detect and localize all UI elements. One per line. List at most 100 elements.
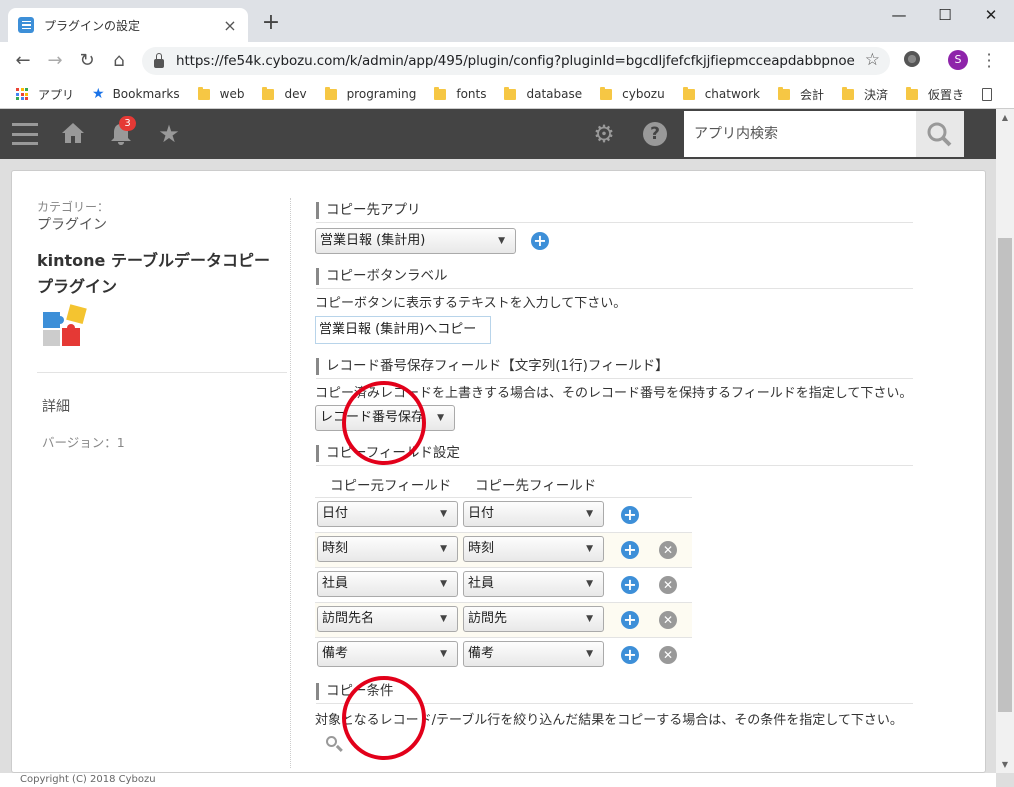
window-close-icon[interactable]: ✕	[968, 0, 1014, 30]
browser-toolbar: ← → ↻ ⌂ https://fe54k.cybozu.com/k/admin…	[0, 42, 1014, 80]
bookmark-folder-chatwork[interactable]: chatwork	[682, 86, 760, 101]
scrollbar-thumb[interactable]	[998, 238, 1012, 712]
new-tab-icon[interactable]: +	[258, 10, 284, 35]
folder-icon	[434, 86, 447, 100]
add-row-button[interactable]: +	[621, 646, 639, 664]
bookmark-folder-cybozu[interactable]: cybozu	[600, 86, 665, 101]
select-value: 時刻	[468, 541, 495, 556]
bookmark-folder-accounting[interactable]: 会計	[778, 86, 824, 103]
source-field-select[interactable]: 備考 ▼	[317, 641, 458, 667]
remove-row-button[interactable]: ✕	[659, 576, 677, 594]
dropdown-arrow-icon: ▼	[440, 649, 447, 659]
add-row-button[interactable]: +	[621, 611, 639, 629]
search-button[interactable]	[916, 111, 964, 157]
copy-button-label-input[interactable]: 営業日報 (集計用)へコピー	[315, 316, 491, 344]
tab-title: プラグインの設定	[44, 18, 141, 33]
add-app-button[interactable]: +	[531, 232, 549, 250]
browser-menu-icon[interactable]: · · ·	[984, 47, 994, 75]
annotation-circle	[342, 381, 426, 465]
minimize-icon[interactable]: —	[876, 0, 922, 30]
bookmark-label: fonts	[456, 87, 487, 101]
sidebar-divider	[37, 372, 287, 373]
bookmark-folder-programing[interactable]: programing	[324, 86, 416, 101]
search-icon	[927, 122, 952, 147]
source-field-select[interactable]: 時刻 ▼	[317, 536, 458, 562]
select-value: 社員	[468, 576, 495, 591]
bookmark-page[interactable]	[982, 87, 993, 101]
version-text: バージョン：1	[42, 435, 125, 450]
target-field-select[interactable]: 備考 ▼	[463, 641, 604, 667]
target-field-select[interactable]: 社員 ▼	[463, 571, 604, 597]
target-field-select[interactable]: 日付 ▼	[463, 501, 604, 527]
gear-icon[interactable]: ⚙	[591, 121, 617, 147]
back-arrow-icon[interactable]: ←	[12, 50, 34, 72]
profile-avatar[interactable]: S	[948, 50, 968, 70]
bookmark-folder-temp[interactable]: 仮置き	[906, 86, 964, 103]
dropdown-arrow-icon: ▼	[440, 544, 447, 554]
hamburger-menu-icon[interactable]	[12, 123, 38, 145]
add-row-button[interactable]: +	[621, 541, 639, 559]
add-row-button[interactable]: +	[621, 576, 639, 594]
filter-search-icon[interactable]	[326, 736, 337, 747]
copy-button-label-description: コピーボタンに表示するテキストを入力して下さい。	[315, 296, 627, 311]
browser-tab[interactable]: プラグインの設定 ×	[8, 8, 248, 42]
source-field-select[interactable]: 日付 ▼	[317, 501, 458, 527]
bookmark-label: dev	[284, 87, 307, 101]
bookmark-label: アプリ	[38, 87, 75, 102]
extension-icon[interactable]	[904, 51, 920, 67]
dropdown-arrow-icon: ▼	[586, 649, 593, 659]
browser-titlebar: プラグインの設定 × + — ☐ ✕	[0, 0, 1014, 42]
home-icon[interactable]	[60, 121, 86, 147]
add-row-button[interactable]: +	[621, 506, 639, 524]
bookmark-star-icon[interactable]: ☆	[865, 50, 880, 70]
notification-badge: 3	[119, 116, 136, 131]
maximize-icon[interactable]: ☐	[922, 0, 968, 30]
detail-link[interactable]: 詳細	[42, 396, 70, 416]
help-icon[interactable]: ?	[643, 122, 667, 146]
select-value: 日付	[322, 506, 349, 521]
dropdown-arrow-icon: ▼	[586, 509, 593, 519]
dropdown-arrow-icon: ▼	[440, 579, 447, 589]
folder-icon	[197, 86, 210, 100]
bookmark-folder-payment[interactable]: 決済	[842, 86, 888, 103]
folder-icon	[600, 86, 613, 100]
copy-target-app-select[interactable]: 営業日報 (集計用) ▼	[315, 228, 516, 254]
bookmark-folder-dev[interactable]: dev	[262, 86, 307, 101]
target-field-select[interactable]: 訪問先 ▼	[463, 606, 604, 632]
column-divider	[290, 198, 291, 768]
bookmark-label: 仮置き	[928, 87, 965, 102]
bookmark-label: chatwork	[704, 87, 760, 101]
scroll-up-icon[interactable]: ▲	[998, 111, 1012, 125]
bookmark-folder-fonts[interactable]: fonts	[434, 86, 487, 101]
puzzle-plugin-icon	[43, 304, 87, 346]
bookmark-folder-database[interactable]: database	[504, 86, 582, 101]
close-tab-icon[interactable]: ×	[222, 16, 238, 35]
bookmark-label: 決済	[864, 87, 889, 102]
bookmarks-bar: アプリ ★ Bookmarks web dev programing fonts…	[0, 80, 1014, 109]
remove-row-button[interactable]: ✕	[659, 611, 677, 629]
home-icon[interactable]: ⌂	[108, 50, 130, 72]
address-bar[interactable]: https://fe54k.cybozu.com/k/admin/app/495…	[142, 47, 890, 75]
column-header-source: コピー元フィールド	[330, 478, 452, 494]
bookmark-bookmarks[interactable]: ★ Bookmarks	[92, 86, 180, 102]
source-field-select[interactable]: 社員 ▼	[317, 571, 458, 597]
list-icon	[18, 17, 34, 33]
select-value: 時刻	[322, 541, 349, 556]
category-label: カテゴリー：	[37, 200, 110, 214]
scroll-down-icon[interactable]: ▼	[998, 758, 1012, 772]
bookmark-folder-web[interactable]: web	[197, 86, 244, 101]
dropdown-arrow-icon: ▼	[440, 614, 447, 624]
bookmark-apps[interactable]: アプリ	[16, 86, 74, 103]
folder-icon	[682, 86, 695, 100]
remove-row-button[interactable]: ✕	[659, 646, 677, 664]
app-search-input[interactable]: アプリ内検索	[684, 111, 916, 157]
folder-icon	[778, 86, 790, 100]
target-field-select[interactable]: 時刻 ▼	[463, 536, 604, 562]
folder-icon	[906, 86, 919, 100]
source-field-select[interactable]: 訪問先名 ▼	[317, 606, 458, 632]
select-value: 営業日報 (集計用)	[320, 233, 426, 248]
remove-row-button[interactable]: ✕	[659, 541, 677, 559]
forward-arrow-icon[interactable]: →	[44, 50, 66, 72]
reload-icon[interactable]: ↻	[76, 50, 98, 72]
favorites-star-icon[interactable]: ★	[156, 121, 182, 147]
